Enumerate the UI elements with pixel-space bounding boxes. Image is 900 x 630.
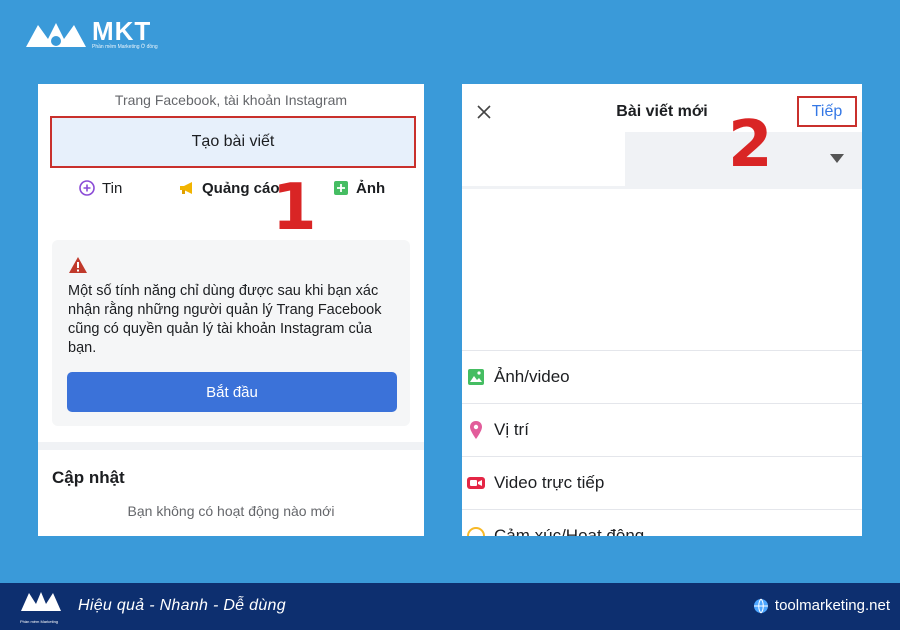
plus-circle-icon [79, 180, 95, 196]
next-button[interactable]: Tiếp [797, 96, 857, 127]
start-button[interactable]: Bắt đầu [67, 372, 397, 412]
brand-logo: MKT Phần mềm Marketing Ở đồng [24, 18, 158, 50]
live-video-icon [467, 477, 485, 489]
updates-empty-message: Bạn không có hoạt động nào mới [127, 503, 335, 519]
megaphone-icon [180, 182, 192, 194]
create-post-button[interactable]: Tạo bài viết [50, 116, 416, 168]
footer-bar: Phần mềm Marketing Hiệu quả - Nhanh - Dễ… [0, 583, 900, 630]
caret-down-icon [830, 154, 844, 163]
photo-label: Ảnh [356, 179, 386, 197]
emoji-icon [467, 527, 485, 536]
new-post-panel: Bài viết mới Tiếp Ảnh/video Vị trí Video… [462, 84, 862, 536]
option-label: Cảm xúc/Hoạt động [494, 526, 645, 536]
photo-icon [334, 181, 348, 195]
footer-slogan: Hiệu quả - Nhanh - Dễ dùng [78, 597, 286, 614]
mkt-footer-logo-icon [21, 592, 61, 611]
panel-header: Trang Facebook, tài khoản Instagram [114, 92, 348, 108]
story-label: Tin [102, 179, 123, 197]
brand-tagline: Phần mềm Marketing Ở đồng [92, 44, 158, 50]
website-label: toolmarketing.net [774, 597, 890, 614]
section-divider [38, 442, 424, 450]
option-photo-video[interactable]: Ảnh/video [462, 350, 862, 403]
ads-label: Quảng cáo [202, 179, 280, 197]
option-live-video[interactable]: Video trực tiếp [462, 456, 862, 509]
post-actions-row: Tin Quảng cáo Ảnh [38, 179, 424, 203]
option-label: Vị trí [494, 420, 529, 439]
option-feeling-activity[interactable]: Cảm xúc/Hoạt động [462, 509, 862, 536]
globe-icon [753, 598, 768, 613]
footer-brand-sub: Phần mềm Marketing [20, 619, 59, 624]
location-pin-icon [470, 421, 482, 439]
post-options-list: Ảnh/video Vị trí Video trực tiếp Cảm xúc… [462, 350, 862, 536]
step-number-1: 1 [272, 171, 317, 245]
mkt-logo-icon [26, 23, 86, 47]
updates-heading: Cập nhật [52, 468, 125, 487]
website-link[interactable]: toolmarketing.net [753, 597, 890, 614]
facebook-page-panel: Trang Facebook, tài khoản Instagram Tạo … [38, 84, 424, 536]
ads-button[interactable]: Quảng cáo [178, 179, 280, 197]
audience-bar [462, 132, 862, 186]
story-button[interactable]: Tin [78, 179, 122, 197]
warning-icon [69, 257, 87, 273]
warning-message: Một số tính năng chỉ dùng được sau khi b… [68, 283, 382, 356]
step-number-2: 2 [728, 108, 773, 182]
photo-button[interactable]: Ảnh [332, 179, 385, 197]
warning-card: Một số tính năng chỉ dùng được sau khi b… [52, 240, 410, 426]
photo-video-icon [468, 369, 484, 385]
option-label: Video trực tiếp [494, 473, 605, 492]
option-label: Ảnh/video [494, 367, 570, 386]
brand-name: MKT [92, 16, 152, 46]
option-location[interactable]: Vị trí [462, 403, 862, 456]
composer-separator [462, 186, 862, 189]
